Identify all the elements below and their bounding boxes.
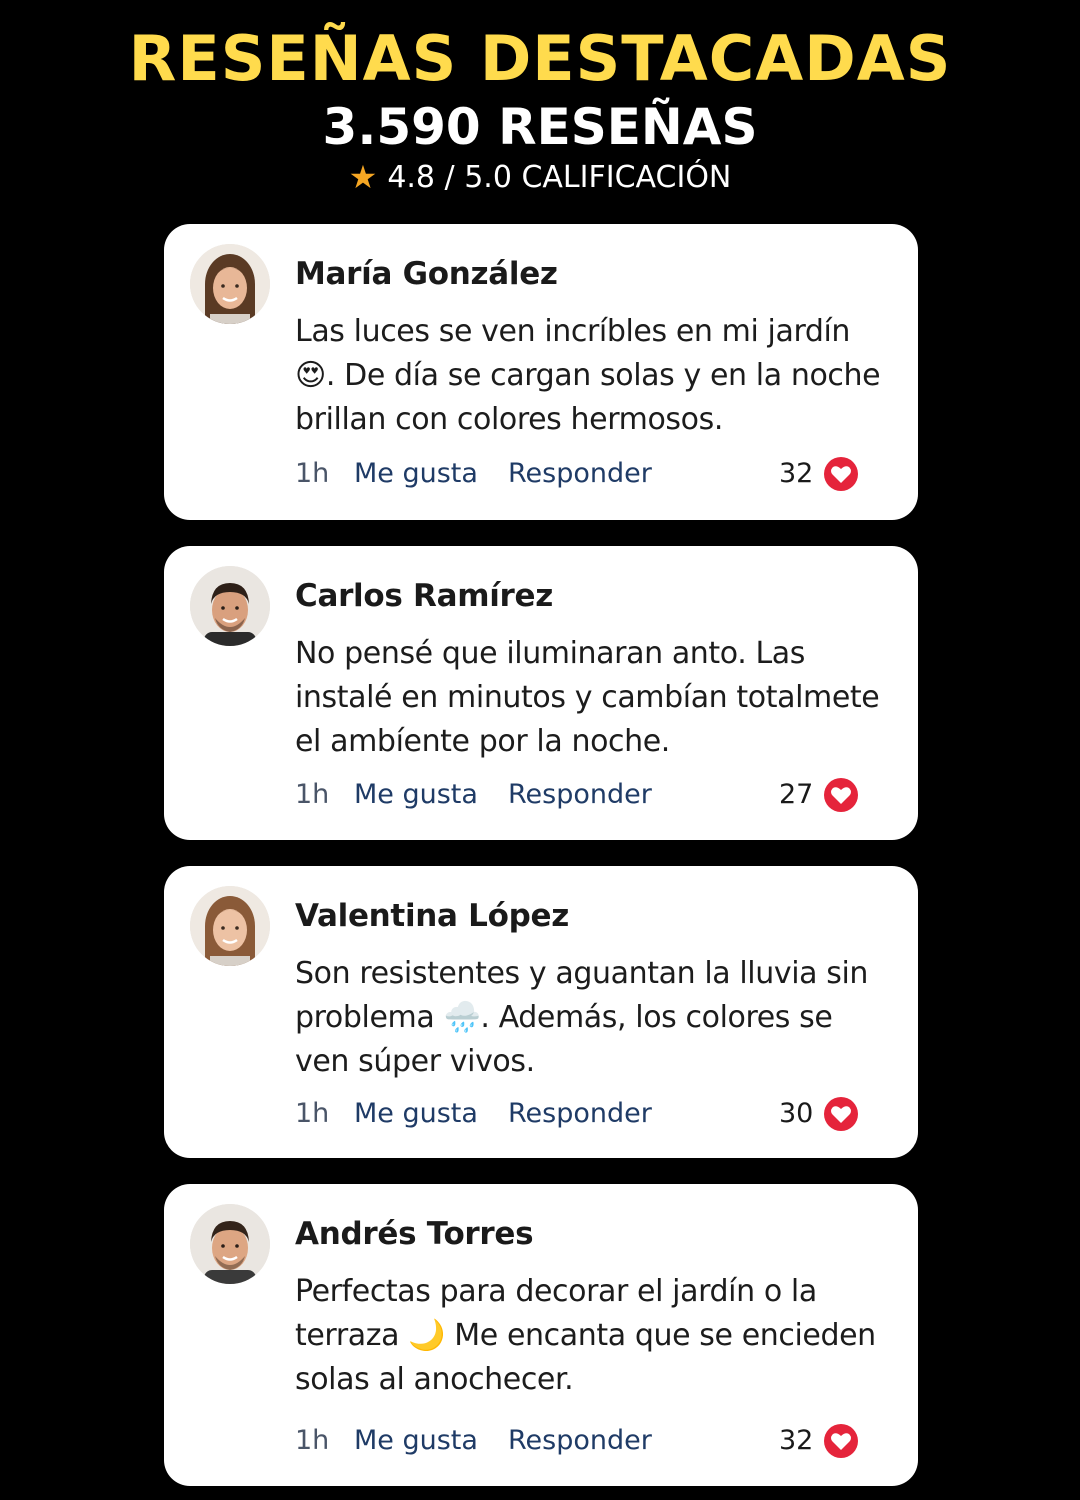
like-button[interactable]: Me gusta	[354, 458, 478, 489]
review-actions: 1h Me gusta Responder 27	[295, 776, 895, 819]
reply-button[interactable]: Responder	[508, 458, 652, 489]
timestamp: 1h	[295, 458, 330, 489]
like-button[interactable]: Me gusta	[354, 1098, 478, 1129]
timestamp: 1h	[295, 1425, 330, 1456]
man-avatar-icon	[190, 1204, 270, 1284]
rating-summary: ★ 4.8 / 5.0 CALIFICACIÓN	[0, 158, 1080, 196]
timestamp: 1h	[295, 1098, 330, 1129]
heart-icon[interactable]	[822, 776, 860, 814]
woman-avatar-icon	[190, 886, 270, 966]
likes-count: 32	[779, 1425, 814, 1456]
avatar[interactable]	[190, 886, 270, 966]
review-text: Perfectas para decorar el jardín o la te…	[295, 1274, 876, 1397]
like-button[interactable]: Me gusta	[354, 1425, 478, 1456]
review-text: Son resistentes y aguantan la lluvia sin…	[295, 956, 869, 1079]
heart-icon[interactable]	[822, 1422, 860, 1460]
timestamp: 1h	[295, 779, 330, 810]
reviewer-name[interactable]: Carlos Ramírez	[295, 578, 553, 614]
man-avatar-icon	[190, 566, 270, 646]
reviewer-name[interactable]: María González	[295, 256, 558, 292]
reply-button[interactable]: Responder	[508, 1098, 652, 1129]
avatar[interactable]	[190, 566, 270, 646]
reply-button[interactable]: Responder	[508, 1425, 652, 1456]
likes-count: 30	[779, 1098, 814, 1129]
rating-text: 4.8 / 5.0 CALIFICACIÓN	[387, 160, 732, 195]
reviewer-name[interactable]: Valentina López	[295, 898, 569, 934]
star-icon: ★	[348, 158, 378, 196]
review-card: Andrés Torres Perfectas para decorar el …	[164, 1184, 918, 1486]
reply-button[interactable]: Responder	[508, 779, 652, 810]
woman-avatar-icon	[190, 244, 270, 324]
reviewer-name[interactable]: Andrés Torres	[295, 1216, 534, 1252]
avatar[interactable]	[190, 244, 270, 324]
review-actions: 1h Me gusta Responder 32	[295, 455, 895, 498]
review-card: Valentina López Son resistentes y aguant…	[164, 866, 918, 1158]
review-card: María González Las luces se ven incríble…	[164, 224, 918, 520]
review-actions: 1h Me gusta Responder 32	[295, 1422, 895, 1465]
review-text: No pensé que iluminaran anto. Las instal…	[295, 636, 880, 759]
likes-count: 27	[779, 779, 814, 810]
review-card: Carlos Ramírez No pensé que iluminaran a…	[164, 546, 918, 840]
heart-icon[interactable]	[822, 455, 860, 493]
likes-count: 32	[779, 458, 814, 489]
like-button[interactable]: Me gusta	[354, 779, 478, 810]
avatar[interactable]	[190, 1204, 270, 1284]
review-count: 3.590 RESEÑAS	[322, 98, 758, 156]
page-title: RESEÑAS DESTACADAS	[128, 22, 952, 95]
review-actions: 1h Me gusta Responder 30	[295, 1095, 895, 1138]
heart-icon[interactable]	[822, 1095, 860, 1133]
review-text: Las luces se ven incríbles en mi jardín …	[295, 314, 881, 437]
